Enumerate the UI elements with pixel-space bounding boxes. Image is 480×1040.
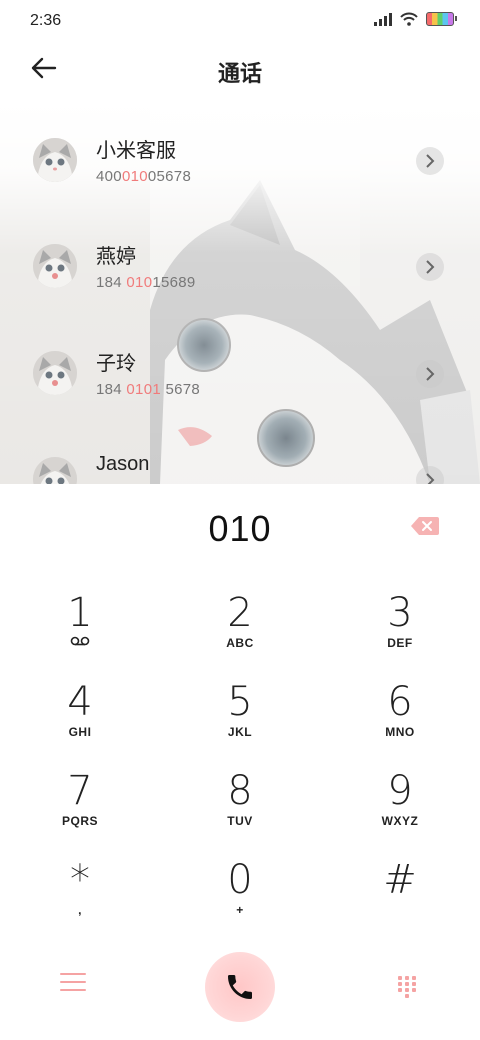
key-letters: DEF bbox=[387, 636, 413, 650]
key-letters: MNO bbox=[385, 725, 415, 739]
key-letters: GHI bbox=[68, 725, 92, 739]
key-3[interactable]: 3 DEF bbox=[320, 580, 480, 668]
wifi-icon bbox=[400, 12, 418, 26]
backspace-icon bbox=[411, 517, 439, 535]
avatar bbox=[33, 351, 77, 395]
status-bar: 2:36 bbox=[0, 0, 480, 42]
header: 通话 bbox=[0, 42, 480, 100]
menu-button[interactable] bbox=[60, 973, 86, 995]
signal-icon bbox=[374, 12, 392, 26]
call-button[interactable] bbox=[205, 952, 275, 1022]
dialpad-toggle-button[interactable] bbox=[397, 975, 417, 999]
key-letters: , bbox=[78, 903, 82, 917]
key-digit: 1 bbox=[67, 590, 93, 636]
backspace-button[interactable] bbox=[410, 516, 440, 536]
contact-name: 子玲 bbox=[96, 353, 136, 375]
key-digit: 2 bbox=[227, 590, 253, 636]
contact-name: 小米客服 bbox=[96, 140, 176, 162]
key-6[interactable]: 6 MNO bbox=[320, 669, 480, 757]
key-letters: TUV bbox=[227, 814, 253, 828]
contact-number: 184 01015689 bbox=[96, 274, 196, 291]
contact-detail-button[interactable] bbox=[416, 253, 444, 281]
key-star[interactable]: * , bbox=[0, 847, 160, 935]
key-letters: + bbox=[236, 903, 244, 917]
key-digit: 0 bbox=[227, 857, 253, 903]
key-digit: 8 bbox=[227, 768, 253, 814]
key-8[interactable]: 8 TUV bbox=[160, 758, 320, 846]
contact-item[interactable]: Jason bbox=[0, 445, 480, 484]
avatar bbox=[33, 244, 77, 288]
key-digit: 3 bbox=[387, 590, 413, 636]
menu-icon-line bbox=[60, 989, 86, 991]
contact-name: Jason bbox=[96, 453, 150, 475]
key-digit: 7 bbox=[67, 768, 93, 814]
contact-item[interactable]: 子玲 184 0101 5678 bbox=[0, 339, 480, 431]
key-digit: 4 bbox=[67, 679, 93, 725]
phone-icon bbox=[228, 975, 252, 999]
key-4[interactable]: 4 GHI bbox=[0, 669, 160, 757]
contact-detail-button[interactable] bbox=[416, 147, 444, 175]
key-7[interactable]: 7 PQRS bbox=[0, 758, 160, 846]
key-digit: 6 bbox=[387, 679, 413, 725]
key-hash[interactable]: # bbox=[320, 847, 480, 935]
key-digit: * bbox=[70, 857, 90, 903]
key-0[interactable]: 0 + bbox=[160, 847, 320, 935]
contact-detail-button[interactable] bbox=[416, 466, 444, 484]
status-icons bbox=[374, 12, 457, 26]
dial-display: 010 bbox=[0, 484, 480, 570]
key-letters: WXYZ bbox=[381, 814, 419, 828]
page-title: 通话 bbox=[217, 61, 262, 86]
key-9[interactable]: 9 WXYZ bbox=[320, 758, 480, 846]
chevron-right-icon bbox=[426, 260, 435, 274]
chevron-right-icon bbox=[426, 367, 435, 381]
avatar bbox=[33, 138, 77, 182]
keypad: 1 2 ABC 3 DEF 4 GHI 5 JKL 6 MNO 7 PQRS 8… bbox=[0, 580, 480, 940]
contact-item[interactable]: 燕婷 184 01015689 bbox=[0, 232, 480, 324]
key-digit: 5 bbox=[227, 679, 253, 725]
key-2[interactable]: 2 ABC bbox=[160, 580, 320, 668]
key-1[interactable]: 1 bbox=[0, 580, 160, 668]
bottom-bar bbox=[0, 940, 480, 1040]
avatar bbox=[33, 457, 77, 484]
contact-item[interactable]: 小米客服 40001005678 bbox=[0, 126, 480, 218]
contact-number: 40001005678 bbox=[96, 168, 192, 185]
contact-name: 燕婷 bbox=[96, 246, 136, 268]
dialed-number: 010 bbox=[208, 508, 272, 549]
voicemail-icon bbox=[70, 636, 90, 646]
menu-icon-line bbox=[60, 973, 86, 975]
menu-icon-line bbox=[60, 981, 86, 983]
dialpad-icon bbox=[398, 976, 416, 998]
key-letters: ABC bbox=[226, 636, 254, 650]
chevron-right-icon bbox=[426, 154, 435, 168]
key-digit: 9 bbox=[387, 768, 413, 814]
key-5[interactable]: 5 JKL bbox=[160, 669, 320, 757]
status-time: 2:36 bbox=[30, 12, 62, 29]
battery-icon bbox=[426, 12, 457, 26]
contact-detail-button[interactable] bbox=[416, 360, 444, 388]
chevron-right-icon bbox=[426, 473, 435, 484]
key-letters: JKL bbox=[227, 725, 253, 739]
key-digit: # bbox=[383, 857, 417, 903]
contact-list[interactable]: 小米客服 40001005678 燕婷 184 01015689 子玲 184 … bbox=[0, 100, 480, 484]
contact-number: 184 0101 5678 bbox=[96, 381, 201, 398]
key-letters: PQRS bbox=[61, 814, 98, 828]
